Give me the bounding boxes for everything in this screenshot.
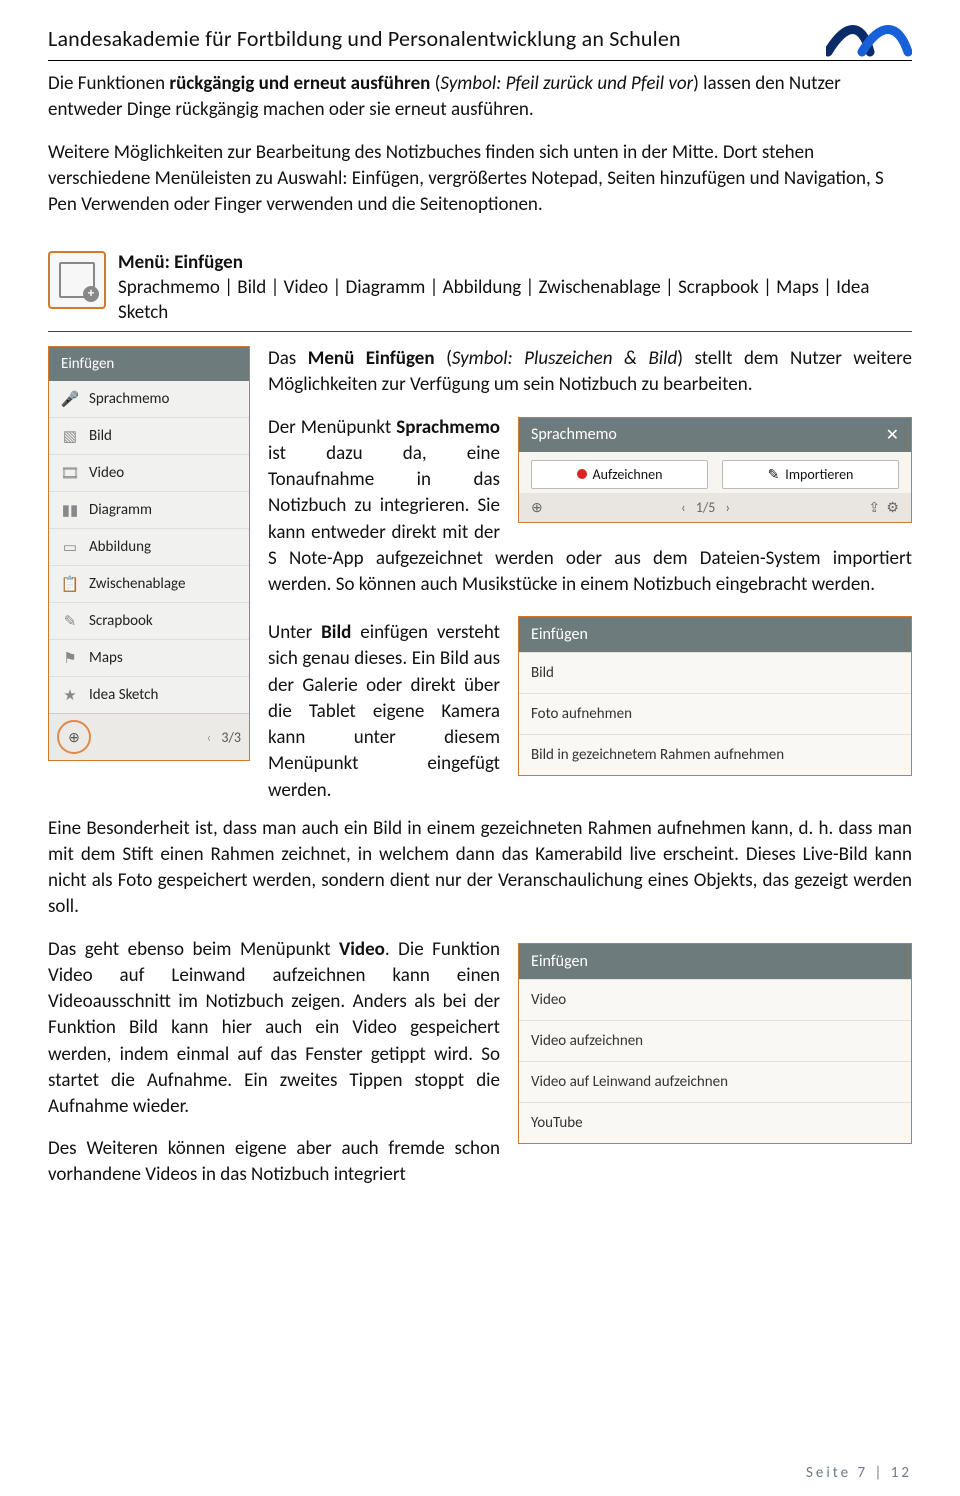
- insert-menu-footer: ⊕ ‹ 3/3: [49, 713, 249, 760]
- page-footer: Seite 7 | 12: [806, 1464, 912, 1482]
- insert-menu-item[interactable]: ▭ Abbildung: [49, 529, 249, 566]
- pen-icon: ✎: [768, 466, 780, 483]
- image-option-rahmen[interactable]: Bild in gezeichnetem Rahmen aufnehmen: [519, 734, 911, 775]
- video-panel-title: Einfügen: [519, 944, 911, 979]
- video-option-youtube[interactable]: YouTube: [519, 1102, 911, 1143]
- add-icon[interactable]: ⊕: [531, 499, 543, 516]
- image-insert-panel: Einfügen Bild Foto aufnehmen Bild in gez…: [518, 616, 912, 776]
- intro-paragraph-2: Weitere Möglichkeiten zur Bearbeitung de…: [48, 140, 912, 217]
- video-option-leinwand[interactable]: Video auf Leinwand aufzeichnen: [519, 1061, 911, 1102]
- add-icon[interactable]: ⊕: [57, 720, 91, 754]
- image-option-foto[interactable]: Foto aufnehmen: [519, 693, 911, 734]
- share-icon[interactable]: ⇪: [868, 499, 880, 516]
- menu-item-icon: ✎: [61, 612, 79, 630]
- insert-menu-item[interactable]: ▧ Bild: [49, 418, 249, 455]
- menu-item-icon: ▧: [61, 427, 79, 445]
- next-icon[interactable]: ›: [725, 499, 730, 516]
- menu-item-label: Scrapbook: [89, 612, 153, 630]
- import-button[interactable]: ✎Importieren: [722, 460, 899, 489]
- prev-page-icon[interactable]: ‹: [207, 729, 212, 746]
- menu-item-label: Bild: [89, 427, 112, 445]
- page-header: Landesakademie für Fortbildung und Perso…: [48, 18, 912, 61]
- voicememo-pager: 1/5: [696, 499, 716, 516]
- menu-item-label: Abbildung: [89, 538, 151, 556]
- image-panel-title: Einfügen: [519, 617, 911, 652]
- section-subtitle: Sprachmemo | Bild | Video | Diagramm | A…: [118, 276, 869, 324]
- insert-menu-item[interactable]: 🎞 Video: [49, 455, 249, 492]
- menu-item-icon: 🎞: [61, 464, 79, 482]
- video-option-video[interactable]: Video: [519, 979, 911, 1020]
- menu-item-label: Idea Sketch: [89, 686, 158, 704]
- menu-item-label: Diagramm: [89, 501, 152, 519]
- intro-paragraph-1: Die Funktionen rückgängig und erneut aus…: [48, 71, 912, 122]
- video-option-aufzeichnen[interactable]: Video aufzeichnen: [519, 1020, 911, 1061]
- add-image-icon: [48, 251, 106, 309]
- video-insert-panel: Einfügen Video Video aufzeichnen Video a…: [518, 943, 912, 1144]
- voicememo-panel: Sprachmemo ✕ Aufzeichnen ✎Importieren ⊕ …: [518, 417, 912, 523]
- logo-swoosh: [826, 18, 912, 58]
- menu-item-label: Video: [89, 464, 124, 482]
- menu-item-icon: ★: [61, 686, 79, 704]
- prev-icon[interactable]: ‹: [681, 499, 686, 516]
- insert-menu-item[interactable]: ⚑ Maps: [49, 640, 249, 677]
- insert-menu-item[interactable]: 🎤 Sprachmemo: [49, 381, 249, 418]
- record-button[interactable]: Aufzeichnen: [531, 460, 708, 489]
- insert-menu-item[interactable]: ★ Idea Sketch: [49, 677, 249, 713]
- menu-item-icon: ⚑: [61, 649, 79, 667]
- header-title: Landesakademie für Fortbildung und Perso…: [48, 25, 681, 52]
- video-paragraph-2: Des Weiteren können eigene aber auch fre…: [48, 1136, 912, 1188]
- insert-menu-title: Einfügen: [49, 347, 249, 381]
- menu-item-label: Zwischenablage: [89, 575, 185, 593]
- insert-menu-item[interactable]: ▮▮ Diagramm: [49, 492, 249, 529]
- insert-menu-pager: 3/3: [221, 729, 241, 746]
- insert-menu-item[interactable]: 📋 Zwischenablage: [49, 566, 249, 603]
- menu-item-icon: 🎤: [61, 390, 79, 408]
- menu-item-icon: 📋: [61, 575, 79, 593]
- menu-item-icon: ▭: [61, 538, 79, 556]
- image-paragraph-2: Eine Besonderheit ist, dass man auch ein…: [48, 816, 912, 921]
- menu-item-icon: ▮▮: [61, 501, 79, 519]
- gear-icon[interactable]: ⚙: [886, 499, 899, 516]
- image-option-bild[interactable]: Bild: [519, 652, 911, 693]
- section-insert-heading: Menü: Einfügen Sprachmemo | Bild | Video…: [48, 251, 912, 332]
- insert-menu-lead: Das Menü Einfügen (Symbol: Pluszeichen &…: [268, 346, 912, 398]
- insert-menu-item[interactable]: ✎ Scrapbook: [49, 603, 249, 640]
- section-title: Menü: Einfügen: [118, 251, 243, 274]
- voicememo-title: Sprachmemo: [531, 425, 617, 444]
- close-icon[interactable]: ✕: [886, 425, 899, 445]
- menu-item-label: Maps: [89, 649, 123, 667]
- menu-item-label: Sprachmemo: [89, 390, 169, 408]
- insert-menu-panel: Einfügen 🎤 Sprachmemo ▧ Bild 🎞 Video ▮▮ Diagram…: [48, 346, 250, 761]
- record-icon: [577, 469, 587, 479]
